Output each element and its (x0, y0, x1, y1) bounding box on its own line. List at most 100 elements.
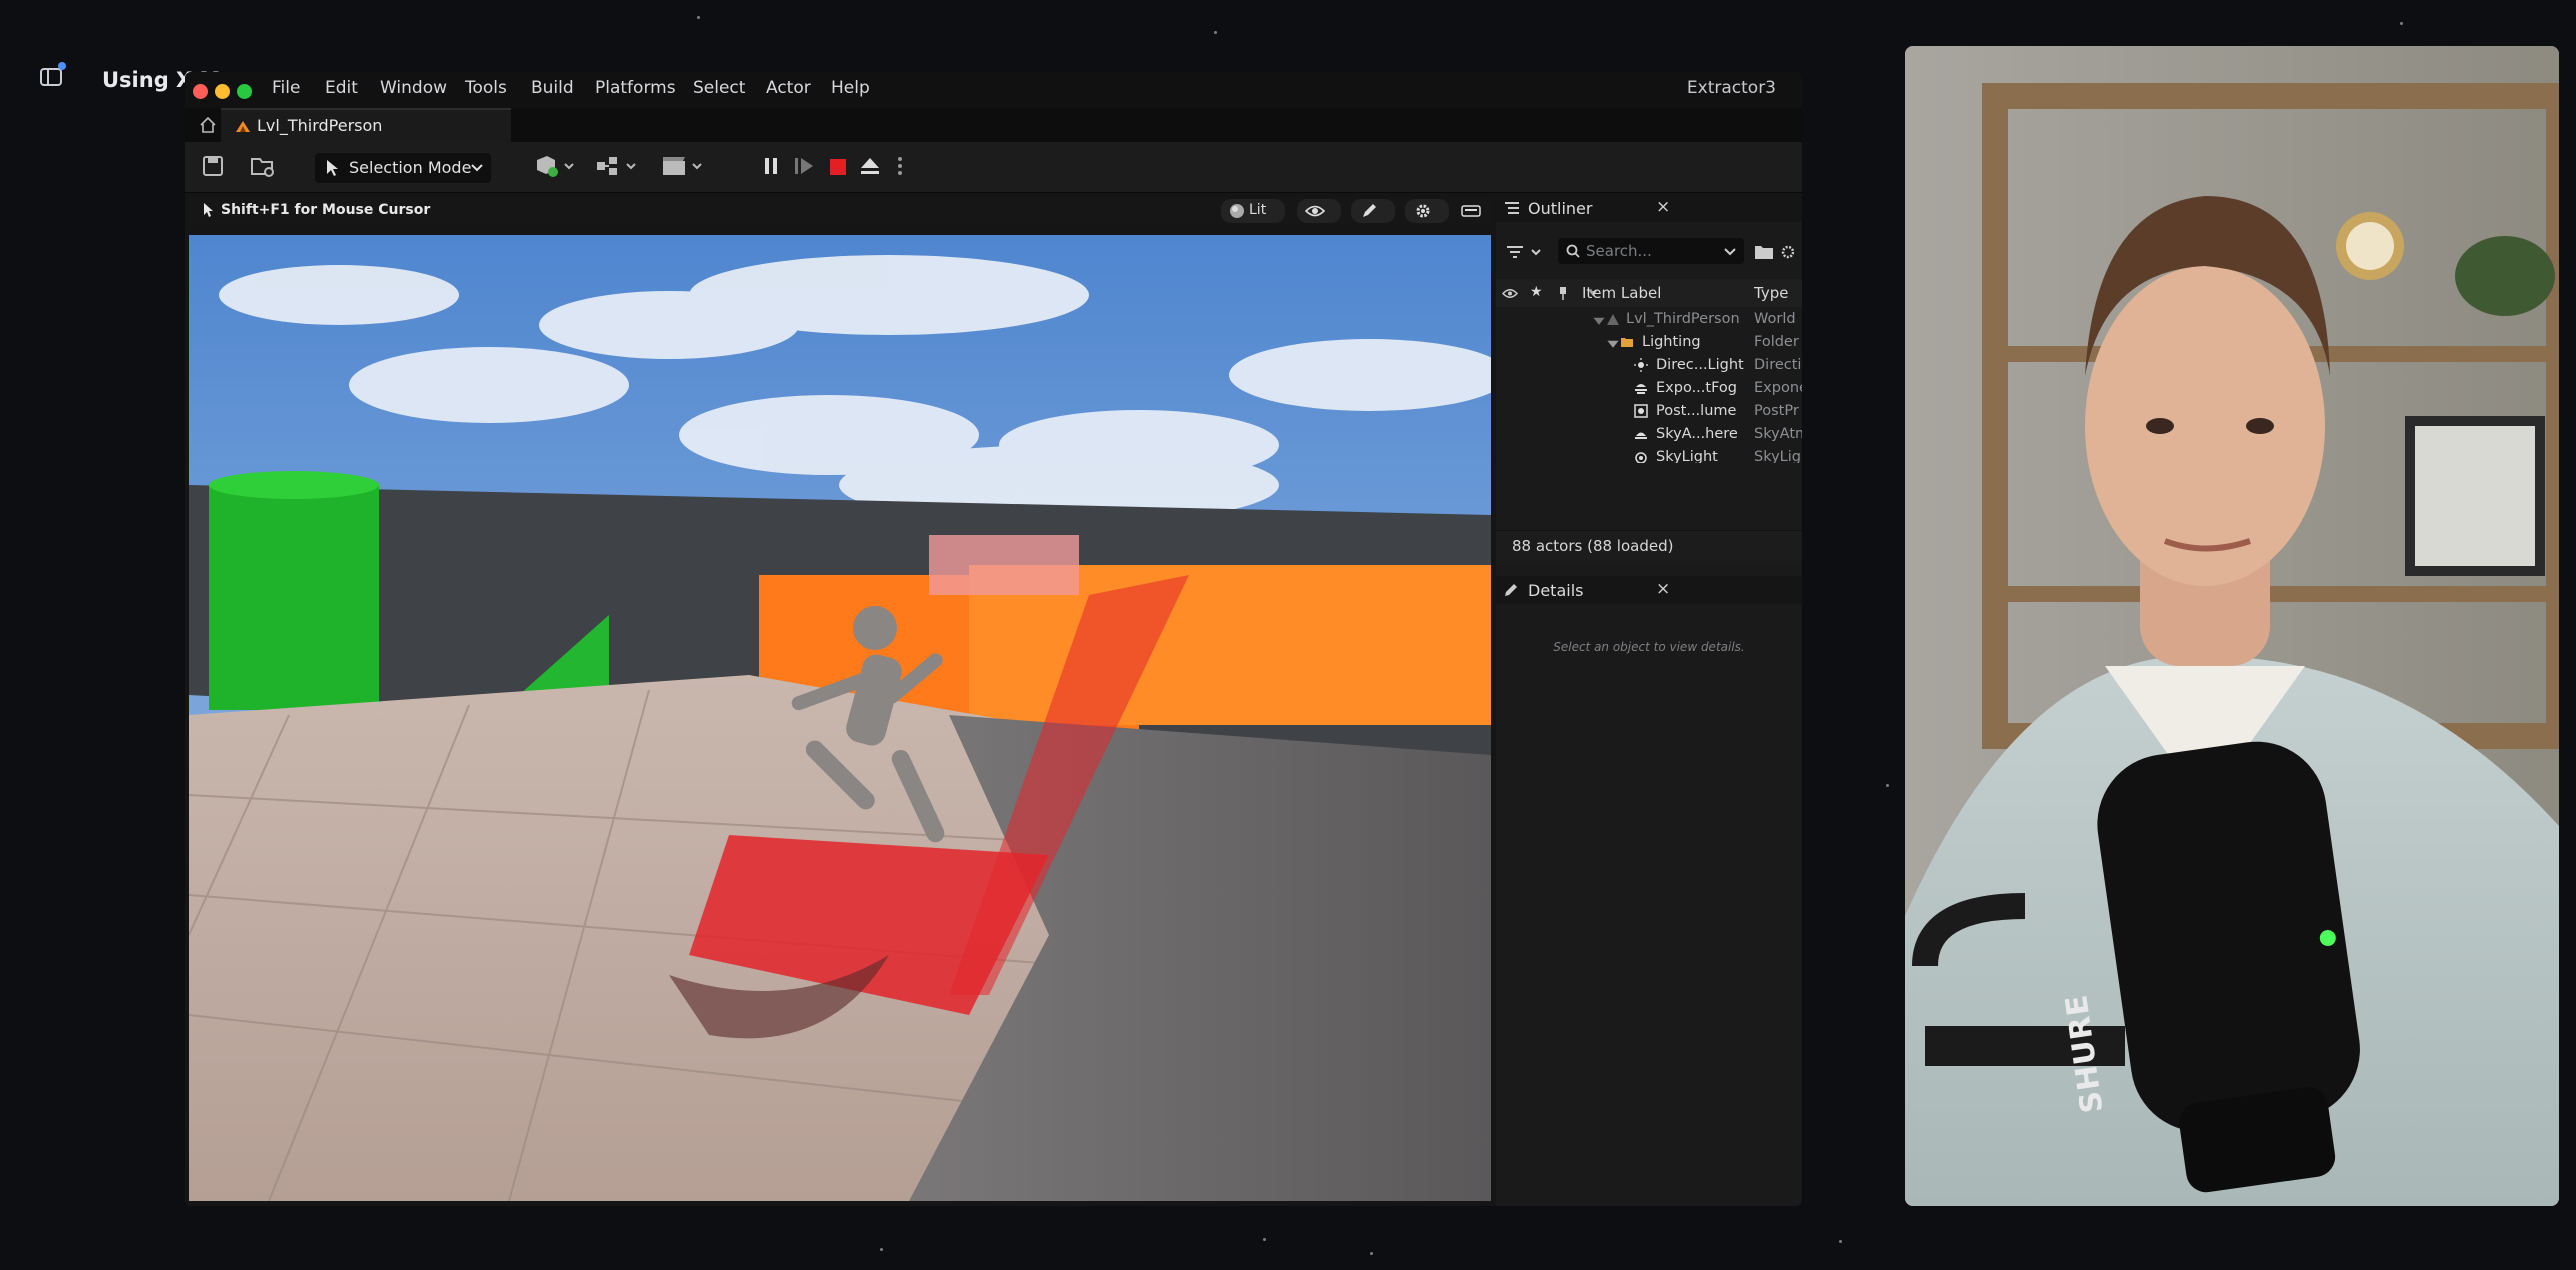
level-viewport[interactable] (189, 235, 1491, 1201)
close-icon[interactable]: × (1656, 579, 1670, 599)
main-toolbar: Selection Mode (185, 142, 1802, 193)
outliner-title: Outliner (1528, 199, 1593, 218)
mouse-cursor-hint: Shift+F1 for Mouse Cursor (221, 202, 431, 218)
eject-icon[interactable] (859, 154, 881, 178)
row-type: SkyAtm (1754, 426, 1802, 442)
chevron-down-icon (1724, 248, 1736, 256)
selection-mode-label: Selection Mode (349, 158, 472, 177)
sky-atmosphere-icon (1635, 432, 1647, 439)
eye-icon (1305, 205, 1325, 217)
chevron-down-icon (471, 164, 483, 172)
tree-row-actor[interactable]: Expo...tFog Expone (1496, 378, 1802, 401)
maximize-window-button[interactable] (237, 84, 252, 99)
tab-level[interactable]: Lvl_ThirdPerson (221, 108, 511, 142)
fog-icon (1635, 384, 1647, 394)
outliner-panel: Outliner × Search... ★ Item Label Type L… (1496, 194, 1802, 1206)
level-icon (236, 121, 250, 132)
details-empty-hint: Select an object to view details. (1553, 640, 1745, 654)
add-actor-icon[interactable] (533, 154, 575, 178)
menu-platforms[interactable]: Platforms (595, 78, 676, 98)
column-type[interactable]: Type (1754, 284, 1788, 302)
sidebar-toggle-icon[interactable] (40, 62, 66, 86)
notification-dot (58, 62, 66, 70)
cursor-icon (204, 203, 213, 217)
settings-button[interactable] (1405, 199, 1449, 223)
minimize-window-button[interactable] (215, 84, 230, 99)
tree-row-actor[interactable]: SkyA...here SkyAtm (1496, 424, 1802, 447)
row-type: SkyLig (1754, 449, 1801, 463)
tab-level-label: Lvl_ThirdPerson (257, 116, 383, 135)
details-title: Details (1528, 581, 1584, 600)
star-icon[interactable]: ★ (1530, 284, 1543, 300)
tree-row-actor[interactable]: SkyLight SkyLig (1496, 447, 1802, 463)
row-label: Lvl_ThirdPerson (1626, 311, 1740, 327)
tree-row-actor[interactable]: Post...lume PostPr (1496, 401, 1802, 424)
title-bar: File Edit Window Tools Build Platforms S… (185, 72, 1802, 108)
skip-frame-icon[interactable] (793, 154, 815, 178)
row-label: Expo...tFog (1656, 380, 1737, 396)
menu-window[interactable]: Window (380, 78, 447, 98)
pencil-icon (1363, 204, 1376, 217)
folder-icon (1621, 338, 1633, 347)
menu-file[interactable]: File (272, 78, 300, 98)
more-icon[interactable] (895, 154, 905, 178)
outliner-column-header: ★ Item Label Type (1496, 279, 1802, 307)
row-type: Directi (1754, 357, 1802, 373)
menu-actor[interactable]: Actor (766, 78, 811, 98)
webcam-scene (1905, 46, 2559, 1206)
save-icon[interactable] (202, 154, 224, 178)
cinematics-icon[interactable] (661, 154, 705, 178)
actor-count-bar: 88 actors (88 loaded) (1496, 530, 1802, 561)
gear-icon (1416, 204, 1430, 218)
menu-tools[interactable]: Tools (465, 78, 507, 98)
menu-build[interactable]: Build (531, 78, 574, 98)
view-mode-label: Lit (1249, 202, 1267, 218)
menu-select[interactable]: Select (693, 78, 745, 98)
lit-sphere-icon (1230, 204, 1244, 218)
close-window-button[interactable] (193, 84, 208, 99)
collapse-arrow-icon[interactable] (1606, 338, 1620, 352)
close-icon[interactable]: × (1656, 197, 1670, 217)
outliner-icon (1505, 202, 1519, 214)
pencil-icon (1505, 584, 1517, 596)
view-mode-button[interactable]: Lit (1221, 199, 1285, 223)
pause-icon[interactable] (761, 154, 781, 178)
viewport-scene (189, 235, 1491, 1201)
post-process-icon (1634, 404, 1648, 418)
outliner-search-input[interactable]: Search... (1558, 238, 1744, 264)
viewport-header: Shift+F1 for Mouse Cursor Lit (189, 198, 1491, 224)
row-label: SkyLight (1656, 449, 1718, 463)
home-icon[interactable] (199, 116, 217, 134)
tab-row: Lvl_ThirdPerson (185, 108, 1802, 142)
details-header: Details × (1496, 576, 1802, 604)
transform-tools-button[interactable] (1351, 199, 1395, 223)
menu-help[interactable]: Help (831, 78, 870, 98)
search-placeholder: Search... (1586, 242, 1652, 260)
row-type: PostPr (1754, 403, 1799, 419)
project-name: Extractor3 (1686, 78, 1776, 98)
collapse-arrow-icon[interactable] (1592, 315, 1606, 329)
keyboard-icon[interactable] (1461, 204, 1481, 218)
content-browser-icon[interactable] (250, 154, 276, 178)
pin-icon[interactable] (1558, 286, 1568, 300)
row-label: Direc...Light (1656, 357, 1744, 373)
webcam-video: SHURE (1905, 46, 2559, 1206)
selection-mode-dropdown[interactable]: Selection Mode (315, 153, 491, 183)
tree-row-folder[interactable]: Lighting Folder (1496, 332, 1802, 355)
row-type: Expone (1754, 380, 1802, 396)
tree-row-actor[interactable]: Direc...Light Directi (1496, 355, 1802, 378)
row-type: Folder (1754, 334, 1799, 350)
show-flags-button[interactable] (1297, 199, 1341, 223)
directional-light-icon (1634, 358, 1648, 372)
column-item-label[interactable]: Item Label (1582, 284, 1661, 302)
add-folder-icon[interactable] (1754, 244, 1774, 260)
tree-row-world[interactable]: Lvl_ThirdPerson World (1496, 309, 1802, 332)
menu-edit[interactable]: Edit (325, 78, 358, 98)
settings-icon[interactable] (1780, 244, 1794, 260)
blueprint-icon[interactable] (595, 154, 639, 178)
stop-icon[interactable] (827, 154, 849, 178)
filter-icon[interactable] (1506, 244, 1546, 260)
outliner-header: Outliner × (1496, 194, 1802, 222)
visibility-eye-icon[interactable] (1502, 288, 1518, 299)
actor-count: 88 actors (88 loaded) (1512, 537, 1674, 555)
